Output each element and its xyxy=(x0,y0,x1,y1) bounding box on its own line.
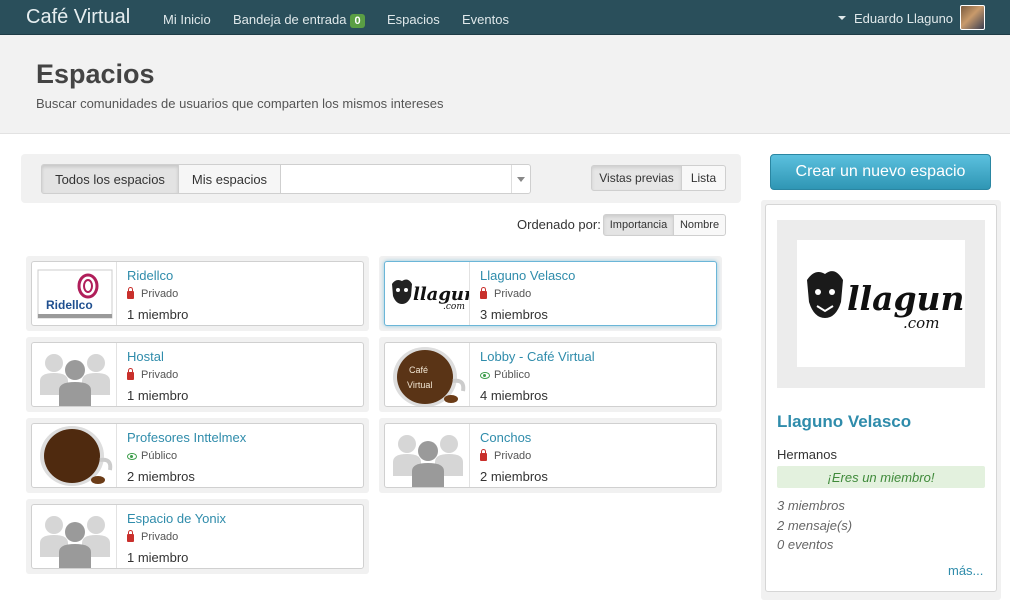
more-link[interactable]: más... xyxy=(948,563,983,578)
group-placeholder-icon xyxy=(32,343,117,406)
sort-name-button[interactable]: Nombre xyxy=(673,214,726,236)
lock-icon xyxy=(127,287,134,299)
nav-home[interactable]: Mi Inicio xyxy=(163,12,211,27)
space-access-label: Privado xyxy=(141,288,179,300)
lock-icon xyxy=(127,368,134,380)
space-access-label: Privado xyxy=(141,369,179,381)
space-card-wrap: Espacio de Yonix Privado 1 miembro xyxy=(26,499,369,574)
space-access-label: Privado xyxy=(494,288,532,300)
nav-events[interactable]: Eventos xyxy=(462,12,509,27)
sort-label: Ordenado por: xyxy=(517,217,601,232)
llaguno-logo-text: llaguno xyxy=(847,279,965,318)
space-members: 1 miembro xyxy=(127,307,189,322)
top-navbar: Café Virtual Mi Inicio Bandeja de entrad… xyxy=(0,0,1010,35)
space-card-ridellco[interactable]: Ridellco Ridellco Privado 1 miembro xyxy=(31,261,364,326)
space-access: Privado xyxy=(127,287,179,300)
nav-inbox-label: Bandeja de entrada xyxy=(233,12,347,27)
space-name[interactable]: Hostal xyxy=(127,349,164,364)
selected-space-description: Hermanos xyxy=(777,447,837,462)
space-card-wrap: Café Virtual Lobby - Café Virtual Públic… xyxy=(379,337,722,412)
all-spaces-button[interactable]: Todos los espacios xyxy=(41,164,179,194)
space-access: Privado xyxy=(480,449,532,462)
coffee-cup-icon: Café Virtual xyxy=(385,343,470,406)
stat-events: 0 eventos xyxy=(777,537,834,552)
stat-messages: 2 mensaje(s) xyxy=(777,518,853,533)
space-members: 1 miembro xyxy=(127,388,189,403)
space-name[interactable]: Ridellco xyxy=(127,268,173,283)
space-name[interactable]: Lobby - Café Virtual xyxy=(480,349,595,364)
user-menu[interactable]: Eduardo Llaguno xyxy=(838,11,953,26)
cafe-logo-line1: Café xyxy=(409,365,428,375)
space-card-hostal[interactable]: Hostal Privado 1 miembro xyxy=(31,342,364,407)
avatar[interactable] xyxy=(960,5,985,30)
nav-spaces[interactable]: Espacios xyxy=(387,12,440,27)
group-placeholder-icon xyxy=(385,424,470,487)
space-card-wrap: Conchos Privado 2 miembros xyxy=(379,418,722,493)
space-name[interactable]: Profesores Inttelmex xyxy=(127,430,246,445)
caret-down-icon xyxy=(838,16,846,21)
my-spaces-button[interactable]: Mis espacios xyxy=(178,164,281,194)
view-preview-button[interactable]: Vistas previas xyxy=(591,165,682,191)
llaguno-logo-icon: llaguno .com xyxy=(385,262,470,325)
select-arrow-icon[interactable] xyxy=(511,165,530,193)
page-subtitle: Buscar comunidades de usuarios que compa… xyxy=(36,96,444,111)
llaguno-logo-icon: llaguno .com xyxy=(797,240,987,367)
page-header: Espacios Buscar comunidades de usuarios … xyxy=(0,35,1010,134)
lock-icon xyxy=(127,530,134,542)
space-access-label: Público xyxy=(494,369,531,381)
cafe-logo-line2: Virtual xyxy=(407,380,432,390)
ridellco-logo-icon: Ridellco xyxy=(32,262,117,325)
space-members: 1 miembro xyxy=(127,550,189,565)
coffee-cup-icon xyxy=(32,424,117,487)
space-name[interactable]: Conchos xyxy=(480,430,531,445)
space-access: Privado xyxy=(480,287,532,300)
space-card-conchos[interactable]: Conchos Privado 2 miembros xyxy=(384,423,717,488)
space-card-llaguno-velasco[interactable]: llaguno .com Llaguno Velasco Privado 3 m… xyxy=(384,261,717,326)
lock-icon xyxy=(480,449,487,461)
space-card-lobby[interactable]: Café Virtual Lobby - Café Virtual Públic… xyxy=(384,342,717,407)
user-name: Eduardo Llaguno xyxy=(854,11,954,26)
view-list-button[interactable]: Lista xyxy=(681,165,726,191)
eye-icon xyxy=(127,452,137,460)
selected-space-title[interactable]: Llaguno Velasco xyxy=(777,412,911,432)
space-image-frame: llaguno .com xyxy=(777,220,987,388)
page-title: Espacios xyxy=(36,59,155,89)
space-access-label: Privado xyxy=(494,450,532,462)
space-card-wrap: Hostal Privado 1 miembro xyxy=(26,337,369,412)
llaguno-logo-domain: .com xyxy=(903,314,939,332)
brand-logo[interactable]: Café Virtual xyxy=(26,6,130,29)
space-detail-panel: llaguno .com Llaguno Velasco Hermanos ¡E… xyxy=(761,200,1001,600)
inbox-count-badge: 0 xyxy=(350,14,365,28)
eye-icon xyxy=(480,371,490,379)
space-card-profesores[interactable]: Profesores Inttelmex Público 2 miembros xyxy=(31,423,364,488)
space-access-label: Privado xyxy=(141,531,179,543)
space-card-yonix[interactable]: Espacio de Yonix Privado 1 miembro xyxy=(31,504,364,569)
member-notice: ¡Eres un miembro! xyxy=(777,466,985,488)
space-members: 2 miembros xyxy=(127,469,195,484)
space-members: 2 miembros xyxy=(480,469,548,484)
sort-importance-button[interactable]: Importancia xyxy=(603,214,674,236)
space-access-label: Público xyxy=(141,450,178,462)
space-card-wrap: Profesores Inttelmex Público 2 miembros xyxy=(26,418,369,493)
space-access: Privado xyxy=(127,368,179,381)
stat-members: 3 miembros xyxy=(777,498,845,513)
ridellco-logo-text: Ridellco xyxy=(46,298,93,312)
llaguno-logo-domain: .com xyxy=(443,302,465,312)
space-filter-select[interactable] xyxy=(280,164,531,194)
create-space-button[interactable]: Crear un nuevo espacio xyxy=(770,154,991,190)
space-name[interactable]: Espacio de Yonix xyxy=(127,511,226,526)
space-members: 3 miembros xyxy=(480,307,548,322)
filter-bar: Todos los espacios Mis espacios Vistas p… xyxy=(21,154,741,203)
space-members: 4 miembros xyxy=(480,388,548,403)
nav-inbox[interactable]: Bandeja de entrada 0 xyxy=(233,12,365,28)
space-name[interactable]: Llaguno Velasco xyxy=(480,268,575,283)
space-card-wrap: Ridellco Ridellco Privado 1 miembro xyxy=(26,256,369,331)
space-access: Privado xyxy=(127,530,179,543)
space-access: Público xyxy=(480,369,530,381)
group-placeholder-icon xyxy=(32,505,117,568)
space-access: Público xyxy=(127,450,177,462)
space-card-wrap: llaguno .com Llaguno Velasco Privado 3 m… xyxy=(379,256,722,331)
space-detail-card: llaguno .com Llaguno Velasco Hermanos ¡E… xyxy=(765,204,997,592)
lock-icon xyxy=(480,287,487,299)
